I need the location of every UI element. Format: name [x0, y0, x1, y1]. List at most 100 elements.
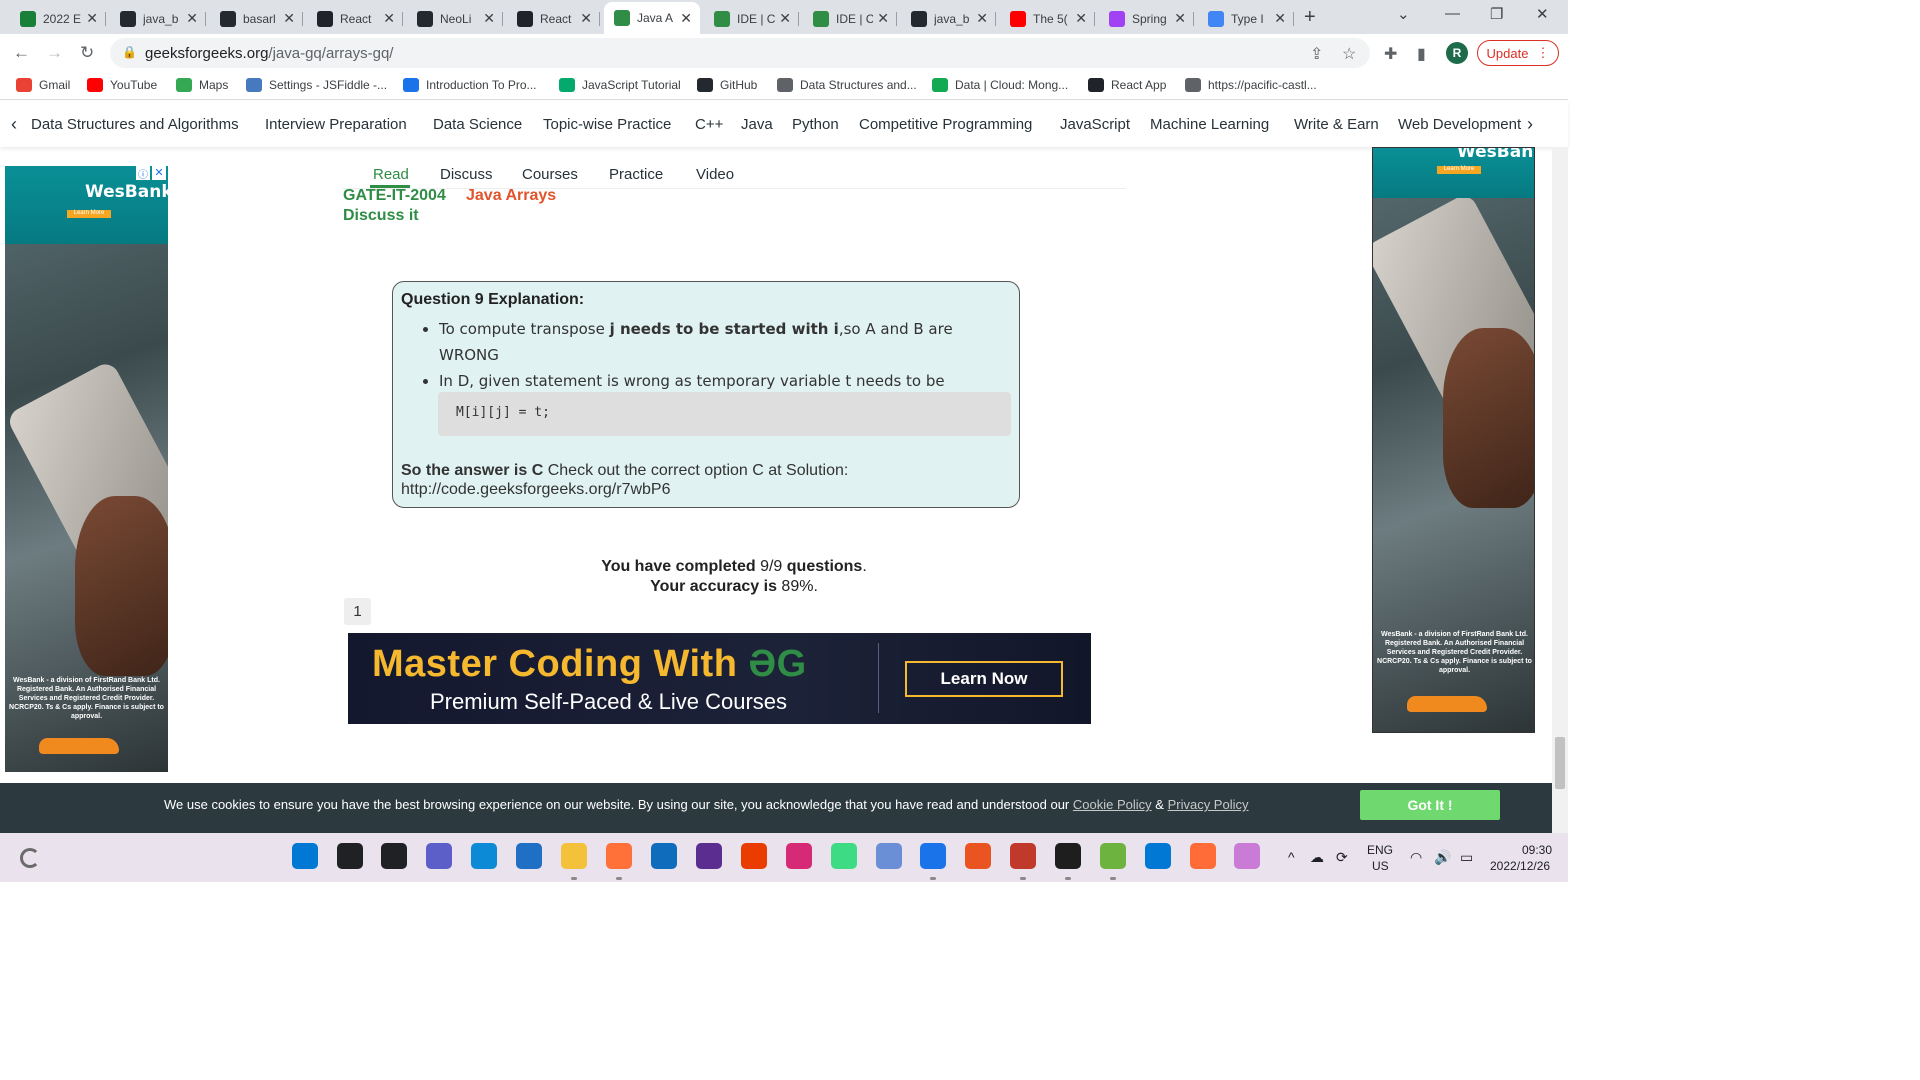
back-icon[interactable]: ← — [13, 43, 30, 63]
spring-tools-icon[interactable] — [1100, 843, 1126, 869]
nav-item[interactable]: Python — [792, 116, 839, 133]
close-window-icon[interactable]: ✕ — [1536, 5, 1549, 23]
browser-tab[interactable]: Spring ✕ — [1099, 5, 1194, 32]
snipping-tool-icon[interactable] — [1234, 843, 1260, 869]
onedrive-icon[interactable]: ☁ — [1310, 849, 1324, 866]
ubuntu-icon[interactable] — [965, 843, 991, 869]
nav-item[interactable]: Web Development — [1398, 116, 1521, 133]
bookmark-item[interactable]: https://pacific-castl... — [1185, 78, 1317, 92]
reload-icon[interactable]: ↻ — [80, 43, 94, 63]
widgets-icon[interactable] — [20, 848, 40, 868]
mail-icon[interactable] — [651, 843, 677, 869]
bookmark-item[interactable]: Data | Cloud: Mong... — [932, 78, 1068, 92]
office-icon[interactable] — [741, 843, 767, 869]
tray-overflow-icon[interactable]: ^ — [1288, 849, 1295, 865]
nav-item[interactable]: Topic-wise Practice — [543, 116, 671, 133]
forward-icon[interactable]: → — [46, 43, 63, 63]
share-icon[interactable]: ⇪ — [1310, 44, 1323, 64]
nav-item[interactable]: Java — [741, 116, 773, 133]
browser-tab[interactable]: React ✕ — [307, 5, 403, 32]
firefox-icon[interactable] — [606, 843, 632, 869]
learn-now-button[interactable]: Learn Now — [905, 661, 1063, 697]
browser-tab[interactable]: basarl ✕ — [210, 5, 303, 32]
url-omnibox[interactable]: 🔒 geeksforgeeks.org/java-gq/arrays-gq/ ⇪… — [110, 38, 1370, 68]
browser-tab[interactable]: 2022 E ✕ — [10, 5, 106, 32]
tab-close-icon[interactable]: ✕ — [86, 10, 98, 27]
browser-tab[interactable]: IDE | C ✕ — [704, 5, 799, 32]
got-it-button[interactable]: Got It ! — [1360, 790, 1500, 820]
wifi-icon[interactable]: ◠ — [1410, 849, 1422, 866]
region-indicator[interactable]: US — [1372, 859, 1389, 873]
clock-time[interactable]: 09:30 — [1522, 843, 1552, 857]
bookmark-item[interactable]: Gmail — [16, 78, 70, 92]
pen-icon[interactable] — [1010, 843, 1036, 869]
store-icon[interactable] — [516, 843, 542, 869]
tab-close-icon[interactable]: ✕ — [976, 10, 988, 27]
tab-close-icon[interactable]: ✕ — [779, 10, 791, 27]
tab-practice[interactable]: Practice — [609, 166, 663, 183]
file-explorer-icon[interactable] — [561, 843, 587, 869]
minimize-icon[interactable]: — — [1445, 5, 1460, 22]
language-indicator[interactable]: ENG — [1367, 843, 1393, 857]
maximize-icon[interactable]: ❐ — [1490, 5, 1503, 23]
nav-item[interactable]: Competitive Programming — [859, 116, 1032, 133]
ad-learn-more[interactable]: Learn More — [1437, 166, 1481, 174]
browser-tab[interactable]: java_b ✕ — [901, 5, 996, 32]
tab-close-icon[interactable]: ✕ — [186, 10, 198, 27]
nav-item[interactable]: Data Structures and Algorithms — [31, 116, 239, 133]
tab-close-icon[interactable]: ✕ — [283, 10, 295, 27]
tab-close-icon[interactable]: ✕ — [483, 10, 495, 27]
browser-tab[interactable]: NeoLi ✕ — [407, 5, 503, 32]
topic-link-gate[interactable]: GATE-IT-2004 — [343, 187, 446, 205]
tab-close-icon[interactable]: ✕ — [383, 10, 395, 27]
bookmark-item[interactable]: YouTube — [87, 78, 157, 92]
terminal-icon[interactable] — [1055, 843, 1081, 869]
box-icon[interactable] — [876, 843, 902, 869]
ad-close-icon[interactable]: ✕ — [152, 166, 166, 180]
side-panel-icon[interactable]: ▮ — [1417, 44, 1426, 64]
instagram-icon[interactable] — [786, 843, 812, 869]
bookmark-item[interactable]: Data Structures and... — [777, 78, 917, 92]
topic-link-java-arrays[interactable]: Java Arrays — [466, 187, 556, 205]
browser-tab[interactable]: React ✕ — [507, 5, 600, 32]
battery-icon[interactable]: ▭ — [1460, 849, 1473, 866]
tab-courses[interactable]: Courses — [522, 166, 578, 183]
bookmark-item[interactable]: React App — [1088, 78, 1166, 92]
ad-learn-more[interactable]: Learn More — [67, 210, 111, 218]
nav-item[interactable]: Machine Learning — [1150, 116, 1269, 133]
bookmark-star-icon[interactable]: ☆ — [1342, 44, 1356, 64]
pagination-page-1[interactable]: 1 — [344, 598, 371, 625]
privacy-policy-link[interactable]: Privacy Policy — [1168, 797, 1249, 812]
tab-search-chevron-icon[interactable]: ⌄ — [1397, 5, 1410, 23]
search-icon[interactable] — [337, 843, 363, 869]
volume-icon[interactable]: 🔊 — [1434, 849, 1451, 866]
tab-close-icon[interactable]: ✕ — [877, 10, 889, 27]
nav-scroll-right-icon[interactable]: › — [1527, 114, 1533, 135]
tab-close-icon[interactable]: ✕ — [580, 10, 592, 27]
bookmark-item[interactable]: Settings - JSFiddle -... — [246, 78, 387, 92]
bookmark-item[interactable]: Introduction To Pro... — [403, 78, 537, 92]
page-scrollbar[interactable] — [1552, 147, 1568, 833]
profile-avatar[interactable]: R — [1446, 42, 1468, 64]
nav-item[interactable]: Write & Earn — [1294, 116, 1379, 133]
url-text[interactable]: geeksforgeeks.org/java-gq/arrays-gq/ — [145, 45, 393, 62]
chat-icon[interactable] — [426, 843, 452, 869]
adchoices-icon[interactable]: ⓘ — [136, 166, 150, 181]
cookie-policy-link[interactable]: Cookie Policy — [1073, 797, 1152, 812]
task-view-icon[interactable] — [381, 843, 407, 869]
tab-close-icon[interactable]: ✕ — [1174, 10, 1186, 27]
scrollbar-thumb[interactable] — [1555, 737, 1565, 789]
nav-item[interactable]: C++ — [695, 116, 723, 133]
bookmark-item[interactable]: JavaScript Tutorial — [559, 78, 681, 92]
nav-item[interactable]: Interview Preparation — [265, 116, 407, 133]
bookmark-item[interactable]: Maps — [176, 78, 228, 92]
nav-item[interactable]: JavaScript — [1060, 116, 1130, 133]
browser-tab[interactable]: The 5(✕ — [1000, 5, 1095, 32]
vscode-icon[interactable] — [1145, 843, 1171, 869]
visual-studio-icon[interactable] — [696, 843, 722, 869]
left-advertisement[interactable]: WesBank Learn More ⓘ ✕ WesBank - a divis… — [5, 166, 168, 772]
browser-tab[interactable]: java_b ✕ — [110, 5, 206, 32]
chrome-icon[interactable] — [920, 843, 946, 869]
android-studio-icon[interactable] — [831, 843, 857, 869]
tab-video[interactable]: Video — [696, 166, 734, 183]
